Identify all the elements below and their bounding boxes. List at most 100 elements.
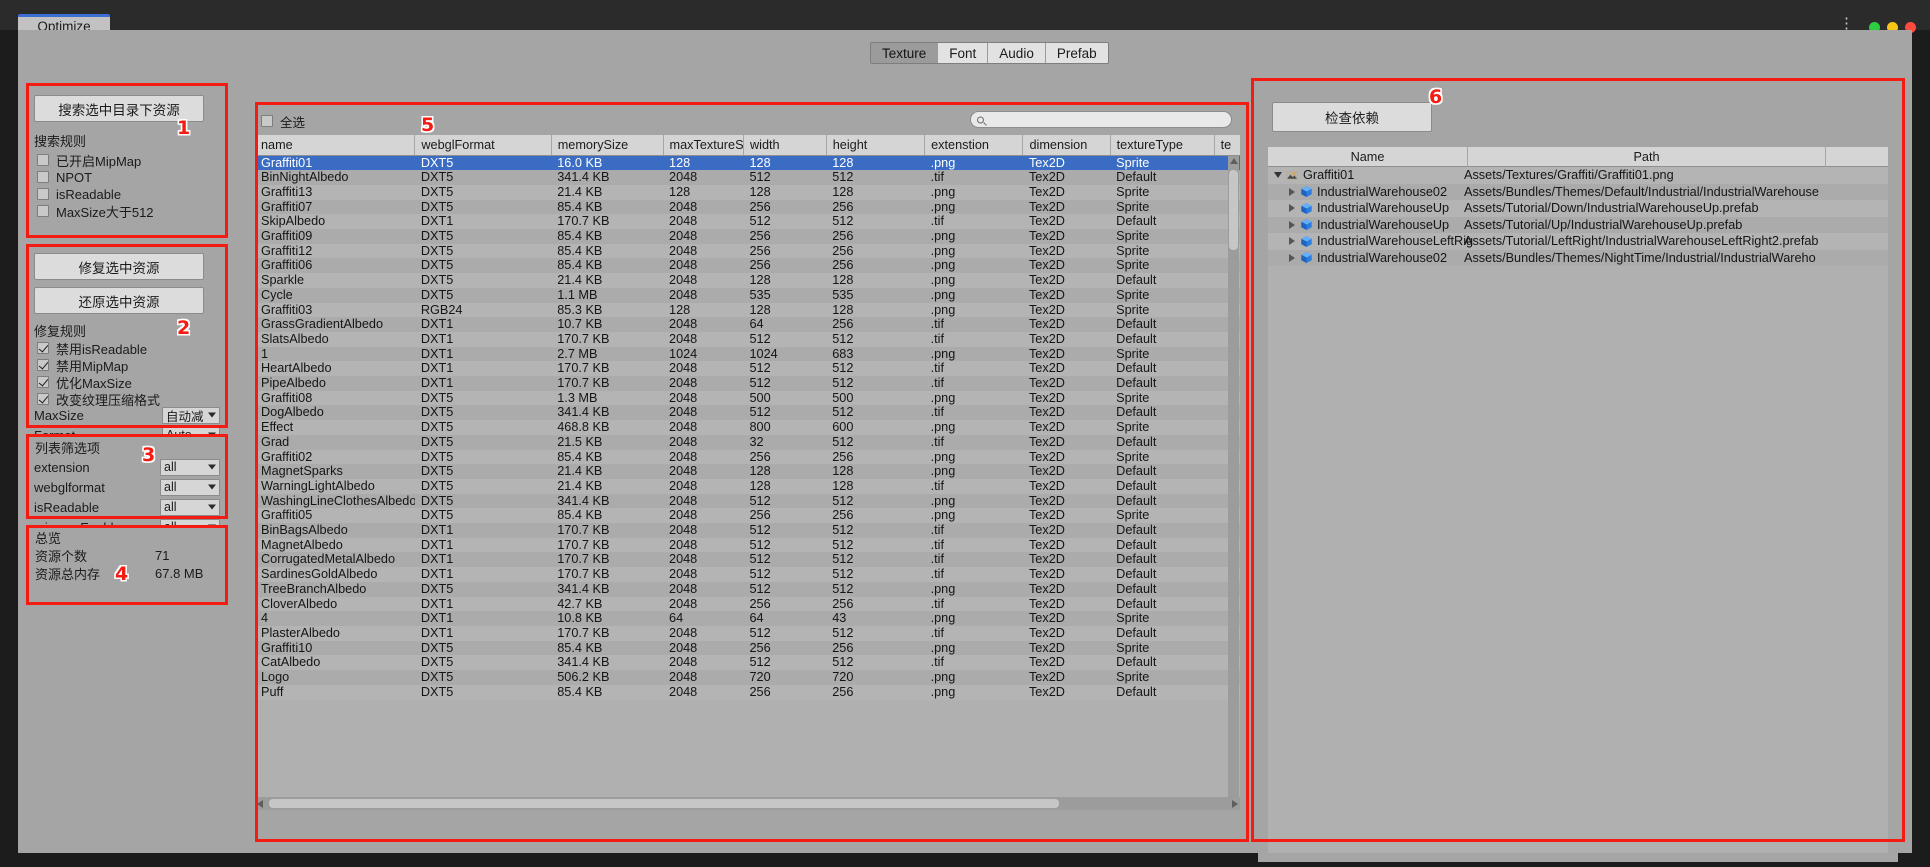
table-row[interactable]: Graffiti05 DXT5 85.4 KB 2048 256 256 .png Tex2D… bbox=[255, 508, 1240, 524]
tree-collapsed-arrow-icon[interactable] bbox=[1286, 204, 1298, 213]
checkbox-checked-icon[interactable] bbox=[37, 342, 49, 354]
table-row[interactable]: WashingLineClothesAlbedo DXT5 341.4 KB 2048… bbox=[255, 493, 1240, 509]
table-row[interactable]: Graffiti09 DXT5 85.4 KB 2048 256 256 .png Tex2D… bbox=[255, 229, 1240, 244]
dependency-row[interactable]: IndustrialWarehouseUp Assets/Tutorial/Dow… bbox=[1268, 200, 1888, 217]
table-row[interactable]: Sparkle DXT5 21.4 KB 2048 128 128 .png Tex2D Def… bbox=[255, 273, 1240, 288]
table-row[interactable]: 4 DXT1 10.8 KB 64 64 43 .png Tex2D Sprite bbox=[255, 611, 1240, 626]
table-row[interactable]: PlasterAlbedo DXT1 170.7 KB 2048 512 512 .tif T… bbox=[255, 626, 1240, 641]
tree-expanded-arrow-icon[interactable] bbox=[1272, 172, 1284, 179]
table-row[interactable]: GrassGradientAlbedo DXT1 10.7 KB 2048 64 256.… bbox=[255, 317, 1240, 332]
table-row[interactable]: DogAlbedo DXT5 341.4 KB 2048 512 512 .tif Tex2D… bbox=[255, 405, 1240, 421]
table-row[interactable]: SlatsAlbedo DXT1 170.7 KB 2048 512 512 .tif Tex… bbox=[255, 331, 1240, 347]
maxsize-dropdown[interactable]: 自动减 bbox=[162, 406, 220, 424]
table-row[interactable]: Graffiti08 DXT5 1.3 MB 2048 500 500 .png Tex2D S… bbox=[255, 390, 1240, 406]
col-header-dimension[interactable]: dimension bbox=[1022, 135, 1111, 156]
cell-width: 512 bbox=[743, 214, 827, 230]
table-row[interactable]: 1 DXT1 2.7 MB 1024 1024 683 .png Tex2D Sprite bbox=[255, 346, 1240, 362]
fix-rule-optimize-maxsize[interactable]: 优化MaxSize bbox=[37, 374, 160, 391]
tree-collapsed-arrow-icon[interactable] bbox=[1286, 187, 1298, 196]
table-row[interactable]: Graffiti10 DXT5 85.4 KB 2048 256 256 .png Tex2D… bbox=[255, 640, 1240, 656]
dep-col-header-extra[interactable] bbox=[1826, 147, 1888, 167]
tab-audio[interactable]: Audio bbox=[988, 43, 1046, 63]
table-row[interactable]: Graffiti01 DXT5 16.0 KB 128 128 128 .png Tex2D S… bbox=[255, 155, 1240, 171]
tree-collapsed-arrow-icon[interactable] bbox=[1286, 253, 1298, 262]
tab-font[interactable]: Font bbox=[938, 43, 989, 63]
fix-rule-disable-mipmap[interactable]: 禁用MipMap bbox=[37, 357, 160, 374]
table-row[interactable]: PipeAlbedo DXT1 170.7 KB 2048 512 512 .tif Tex2… bbox=[255, 376, 1240, 391]
horizontal-scroll-thumb[interactable] bbox=[269, 799, 1059, 808]
table-vertical-scrollbar[interactable] bbox=[1228, 156, 1239, 808]
table-row[interactable]: MagnetSparks DXT5 21.4 KB 2048 128 128 .png Tex… bbox=[255, 464, 1240, 479]
checkbox-checked-icon[interactable] bbox=[37, 376, 49, 388]
col-header-te[interactable]: te bbox=[1214, 135, 1240, 156]
select-all-checkbox[interactable] bbox=[261, 115, 273, 127]
checkbox-checked-icon[interactable] bbox=[37, 359, 49, 371]
revert-selected-button[interactable]: 还原选中资源 bbox=[34, 287, 204, 314]
more-options-icon[interactable]: ⋮ bbox=[1839, 16, 1854, 31]
table-row[interactable]: Cycle DXT5 1.1 MB 2048 535 535 .png Tex2D Sprite bbox=[255, 287, 1240, 303]
search-rule-isreadable[interactable]: isReadable bbox=[37, 186, 154, 202]
search-rule-npot[interactable]: NPOT bbox=[37, 169, 154, 185]
table-row[interactable]: SardinesGoldAlbedo DXT1 170.7 KB 2048 512 512… bbox=[255, 567, 1240, 582]
col-header-height[interactable]: height bbox=[826, 135, 926, 156]
checkbox-icon[interactable] bbox=[37, 171, 49, 183]
dep-col-header-name[interactable]: Name bbox=[1268, 147, 1468, 167]
scroll-up-arrow-icon[interactable] bbox=[1230, 158, 1238, 164]
table-row[interactable]: CatAlbedo DXT5 341.4 KB 2048 512 512 .tif Tex2D… bbox=[255, 655, 1240, 671]
table-row[interactable]: Effect DXT5 468.8 KB 2048 800 600 .png Tex2D Spr… bbox=[255, 420, 1240, 435]
col-header-memorysize[interactable]: memorySize bbox=[551, 135, 664, 156]
table-row[interactable]: Graffiti07 DXT5 85.4 KB 2048 256 256 .png Tex2D… bbox=[255, 199, 1240, 215]
col-header-webglformat[interactable]: webglFormat bbox=[414, 135, 552, 156]
table-row[interactable]: Graffiti13 DXT5 21.4 KB 128 128 128 .png Tex2D S… bbox=[255, 184, 1240, 200]
table-row[interactable]: Graffiti06 DXT5 85.4 KB 2048 256 256 .png Tex2D… bbox=[255, 258, 1240, 274]
table-row[interactable]: TreeBranchAlbedo DXT5 341.4 KB 2048 512 512 .p… bbox=[255, 581, 1240, 597]
table-row[interactable]: HeartAlbedo DXT1 170.7 KB 2048 512 512 .tif Tex… bbox=[255, 361, 1240, 377]
col-header-name[interactable]: name bbox=[255, 135, 416, 156]
dependency-row[interactable]: IndustrialWarehouse02 Assets/Bundles/Them… bbox=[1268, 183, 1888, 200]
table-row[interactable]: WarningLightAlbedo DXT5 21.4 KB 2048 128 128.… bbox=[255, 478, 1240, 494]
table-row[interactable]: BinNightAlbedo DXT5 341.4 KB 2048 512 512 .tif… bbox=[255, 170, 1240, 185]
dep-col-header-path[interactable]: Path bbox=[1468, 147, 1826, 167]
table-horizontal-scrollbar[interactable] bbox=[255, 797, 1240, 810]
col-header-width[interactable]: width bbox=[743, 135, 827, 156]
col-header-maxtexturesize[interactable]: maxTextureSiz bbox=[663, 135, 745, 156]
dependency-row[interactable]: IndustrialWarehouseLeftRig Assets/Tutoria… bbox=[1268, 233, 1888, 250]
col-header-extenstion[interactable]: extenstion bbox=[924, 135, 1024, 156]
annotation-badge-1: 1 bbox=[177, 117, 191, 139]
col-header-texturetype[interactable]: textureType bbox=[1110, 135, 1215, 156]
fix-selected-button[interactable]: 修复选中资源 bbox=[34, 253, 204, 280]
dependency-row[interactable]: IndustrialWarehouse02 Assets/Bundles/Them… bbox=[1268, 249, 1888, 266]
table-row[interactable]: CloverAlbedo DXT1 42.7 KB 2048 256 256 .tif Tex… bbox=[255, 596, 1240, 612]
filter-webglformat-dropdown[interactable]: all bbox=[160, 478, 220, 496]
search-rule-maxsize[interactable]: MaxSize大于512 bbox=[37, 203, 154, 220]
dependency-row[interactable]: IndustrialWarehouseUp Assets/Tutorial/Up/… bbox=[1268, 216, 1888, 233]
table-row[interactable]: Graffiti12 DXT5 85.4 KB 2048 256 256 .png Tex2D… bbox=[255, 243, 1240, 259]
filter-extension-dropdown[interactable]: all bbox=[160, 458, 220, 476]
table-row[interactable]: Graffiti02 DXT5 85.4 KB 2048 256 256 .png Tex2D… bbox=[255, 449, 1240, 465]
table-row[interactable]: BinBagsAlbedo DXT1 170.7 KB 2048 512 512 .tif T… bbox=[255, 523, 1240, 538]
checkbox-icon[interactable] bbox=[37, 205, 49, 217]
scroll-left-arrow-icon[interactable] bbox=[257, 799, 263, 808]
tab-texture[interactable]: Texture bbox=[871, 43, 939, 63]
checkbox-icon[interactable] bbox=[37, 188, 49, 200]
table-row[interactable]: MagnetAlbedo DXT1 170.7 KB 2048 512 512 .tif Te… bbox=[255, 537, 1240, 553]
filter-isreadable-dropdown[interactable]: all bbox=[160, 498, 220, 516]
scroll-right-arrow-icon[interactable] bbox=[1232, 799, 1238, 808]
table-row[interactable]: Grad DXT5 21.5 KB 2048 32 512 .tif Tex2D Default bbox=[255, 434, 1240, 450]
checkbox-icon[interactable] bbox=[37, 154, 49, 166]
vertical-scroll-thumb[interactable] bbox=[1229, 170, 1238, 250]
search-rule-mipmap[interactable]: 已开启MipMap bbox=[37, 152, 154, 169]
table-row[interactable]: Puff DXT5 85.4 KB 2048 256 256 .png Tex2D Defaul… bbox=[255, 684, 1240, 700]
fix-rule-disable-isreadable[interactable]: 禁用isReadable bbox=[37, 340, 160, 357]
table-row[interactable]: CorrugatedMetalAlbedo DXT1 170.7 KB 2048 512… bbox=[255, 552, 1240, 568]
table-row[interactable]: Graffiti03 RGB24 85.3 KB 128 128 128 .png Tex2D… bbox=[255, 302, 1240, 318]
tree-collapsed-arrow-icon[interactable] bbox=[1286, 220, 1298, 229]
table-search-input[interactable] bbox=[970, 111, 1232, 128]
tab-prefab[interactable]: Prefab bbox=[1045, 43, 1108, 63]
table-row[interactable]: Logo DXT5 506.2 KB 2048 720 720 .png Tex2D Sprit… bbox=[255, 670, 1240, 685]
table-row[interactable]: SkipAlbedo DXT1 170.7 KB 2048 512 512 .tif Tex2… bbox=[255, 214, 1240, 230]
check-dependency-button[interactable]: 检查依赖 bbox=[1272, 102, 1432, 132]
cell-maxtexturesize: 2048 bbox=[663, 670, 744, 685]
dependency-row[interactable]: Graffiti01 Assets/Textures/Graffiti/Graff… bbox=[1268, 167, 1888, 184]
tree-collapsed-arrow-icon[interactable] bbox=[1286, 237, 1298, 246]
